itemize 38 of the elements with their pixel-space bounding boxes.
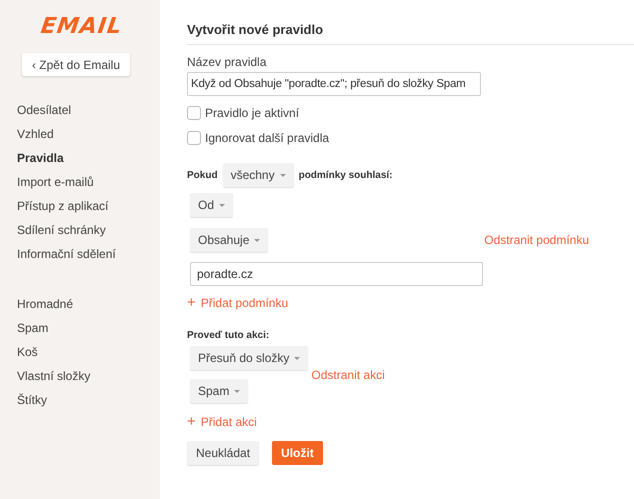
checkbox-label: Ignorovat další pravidla (205, 131, 330, 145)
email-logo: EMAIL (39, 14, 124, 39)
condition-value-field[interactable]: poradte.cz (190, 262, 483, 286)
checkbox[interactable] (187, 106, 201, 120)
folder-dropdown[interactable]: Spam (190, 379, 248, 403)
match-dropdown[interactable]: všechny (222, 163, 294, 187)
operator-dropdown[interactable]: Obsahuje (190, 228, 268, 252)
cancel-button[interactable]: Neukládat (187, 441, 260, 465)
caret-icon (280, 174, 286, 176)
checkbox-label: Pravidlo je aktivní (205, 106, 300, 120)
sidebar-item[interactable]: Informační sdělení (17, 242, 116, 266)
plus-icon: + (187, 295, 196, 310)
field-label: Název pravidla (187, 55, 266, 69)
sidebar-item[interactable]: Pravidla (17, 146, 64, 170)
rule-name-field[interactable]: Když od Obsahuje "poradte.cz"; přesuň do složky Spam (187, 72, 481, 96)
sidebar-item[interactable]: Spam (17, 316, 48, 340)
plus-icon: + (187, 414, 196, 429)
caret-icon (234, 390, 240, 392)
action-dropdown[interactable]: Přesuň do složky (190, 346, 308, 370)
condition-label: podmínky souhlasí: (298, 170, 392, 180)
sidebar-item[interactable]: Hromadné (17, 292, 74, 316)
sidebar-item[interactable]: Přístup z aplikací (17, 194, 108, 218)
condition-label: Pokud (187, 170, 218, 180)
sidebar-item[interactable]: Vlastní složky (17, 364, 90, 388)
checkbox[interactable] (187, 131, 201, 145)
form-title: Vytvořit nové pravidlo (187, 22, 634, 45)
field-dropdown[interactable]: Od (190, 193, 234, 217)
sidebar-item[interactable]: Sdílení schránky (17, 218, 106, 242)
section-label: Proveď tuto akci: (187, 330, 270, 341)
caret-icon (294, 356, 300, 360)
caret-icon (219, 204, 226, 206)
back-button[interactable]: ‹ Zpět do Emailu (22, 53, 130, 76)
sidebar-item[interactable]: Vzhled (17, 122, 54, 146)
sidebar-item[interactable]: Import e-mailů (17, 170, 94, 194)
sidebar-item[interactable]: Odesílatel (17, 98, 72, 122)
sidebar-item[interactable]: Štítky (17, 388, 48, 412)
sidebar-item[interactable]: Koš (17, 340, 38, 364)
caret-icon (254, 238, 260, 242)
